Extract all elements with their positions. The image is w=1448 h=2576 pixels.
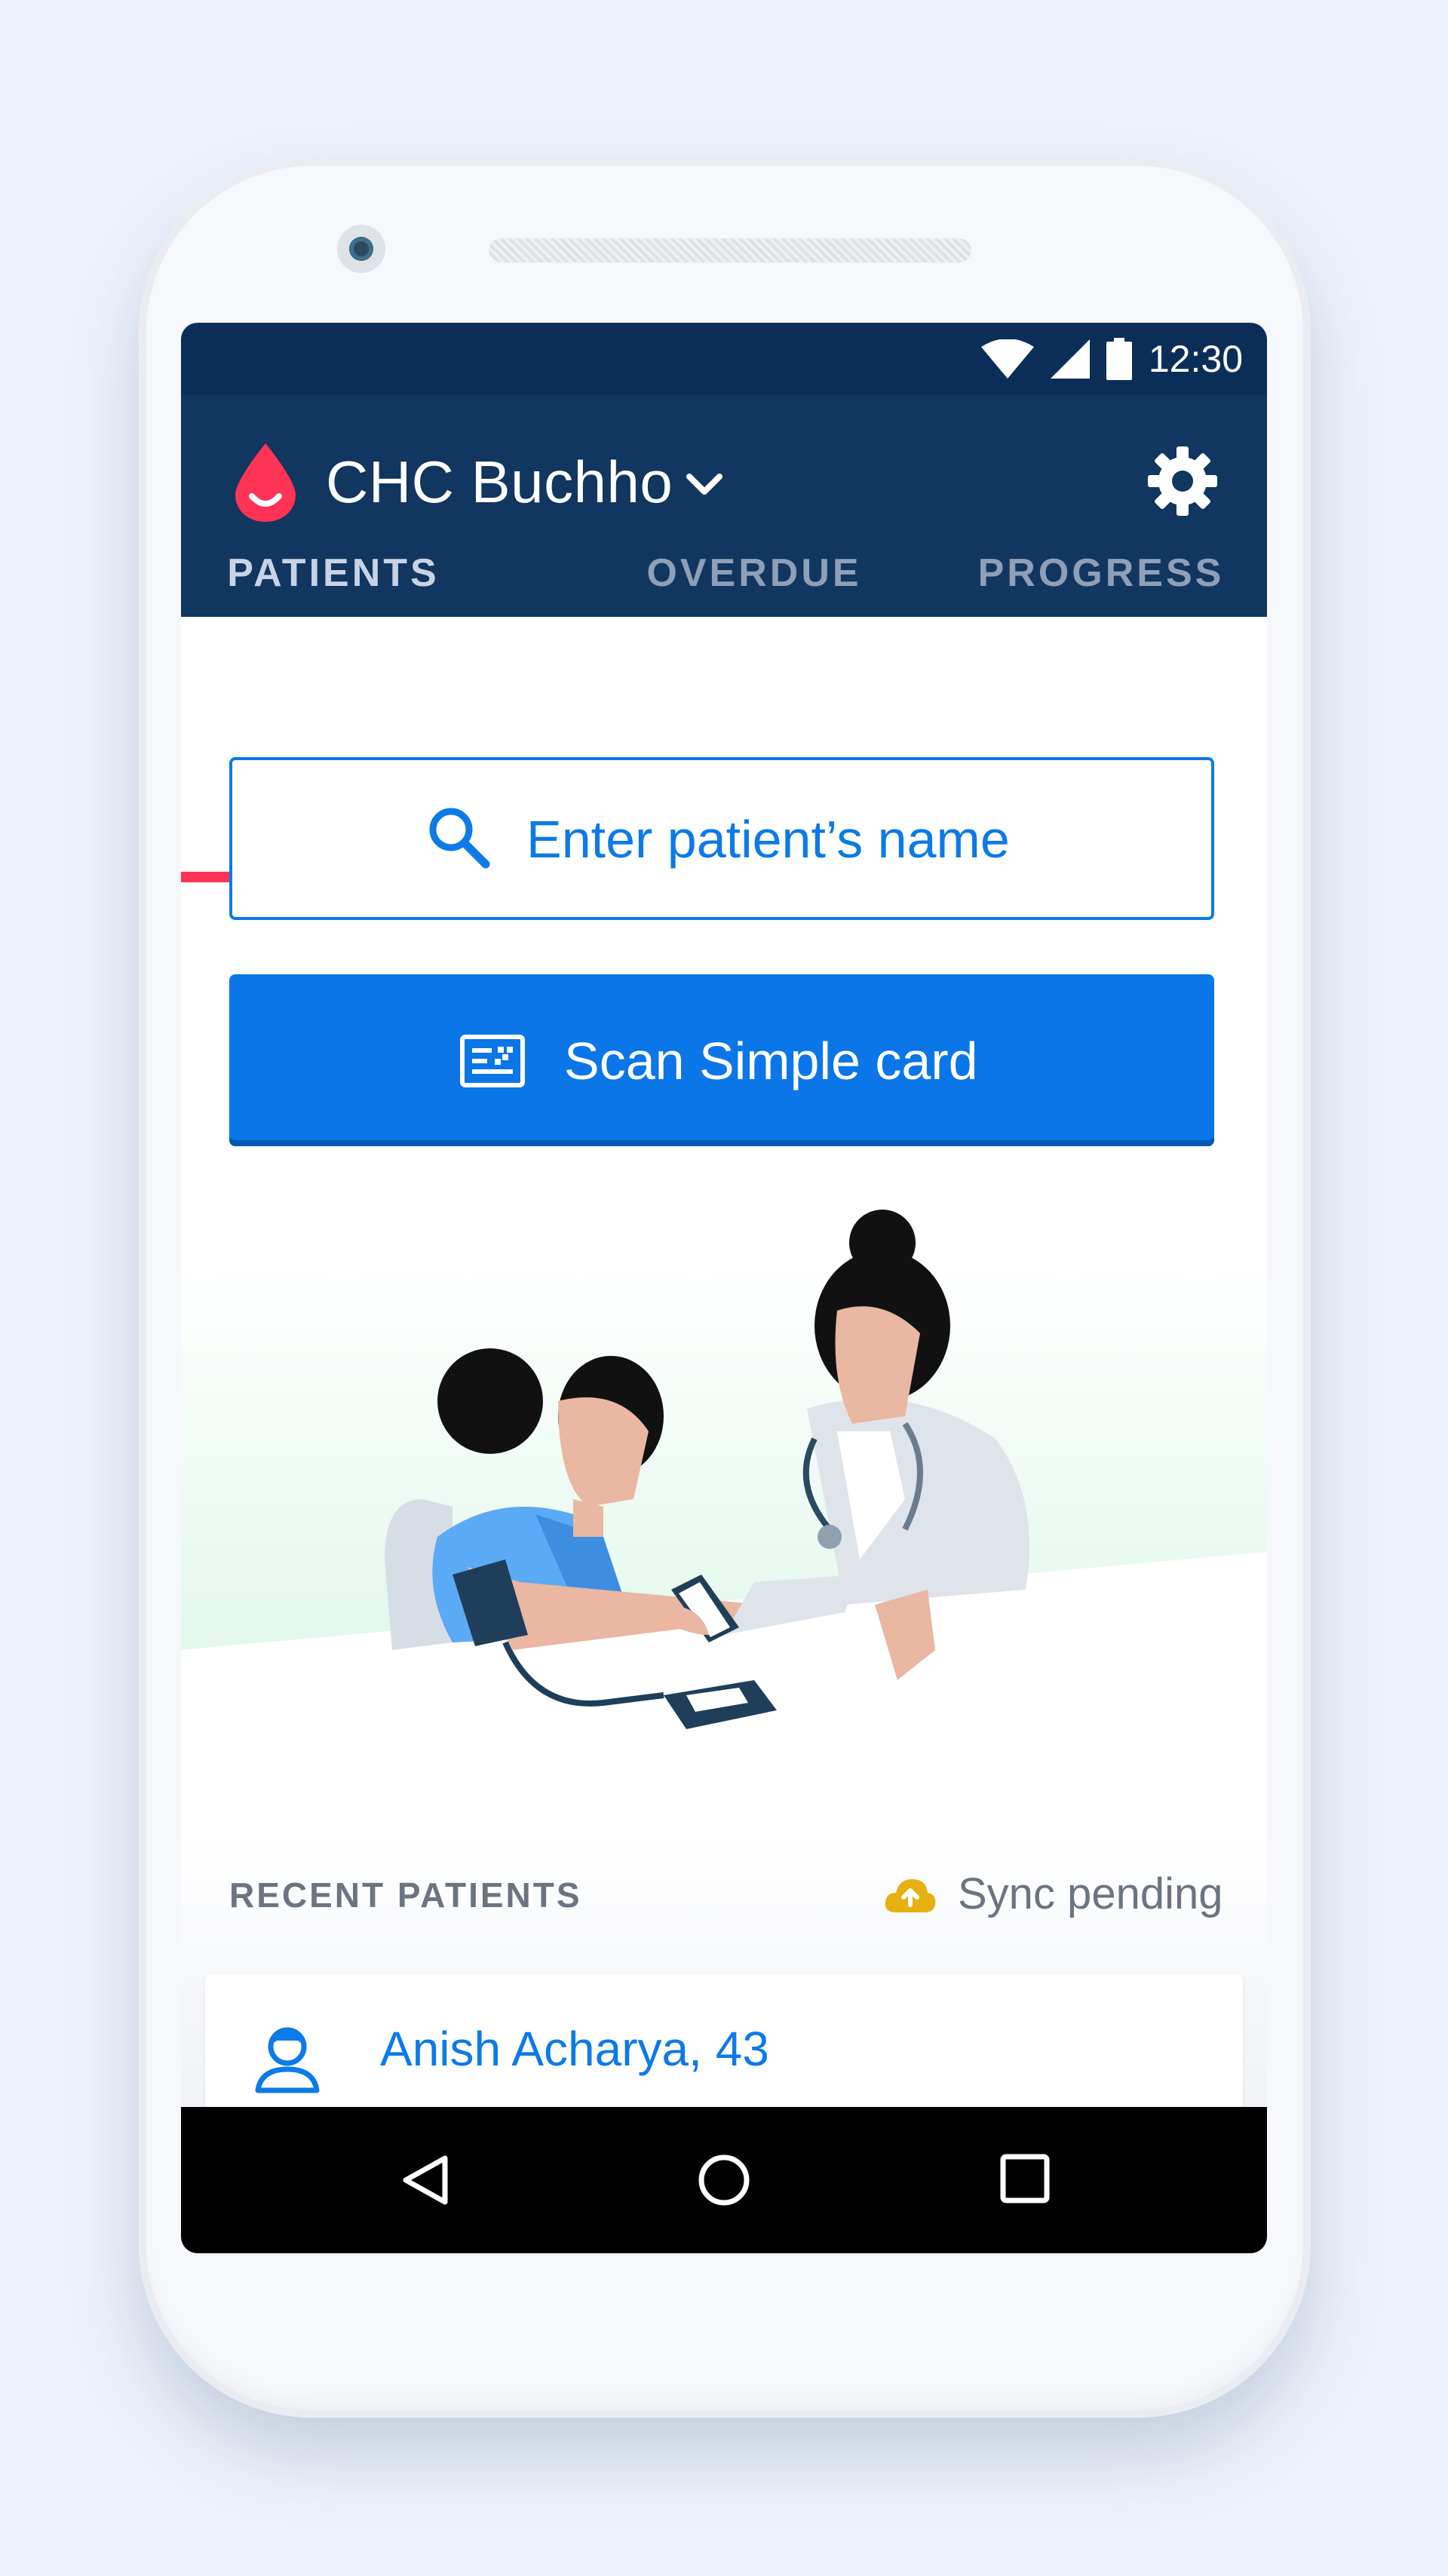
signal-icon [1050, 339, 1090, 379]
doctor-patient-illustration [181, 1210, 1267, 1861]
cloud-upload-icon [885, 1879, 936, 1912]
scan-simple-card-button[interactable]: Scan Simple card [229, 974, 1214, 1146]
tab-overdue[interactable]: OVERDUE [603, 543, 905, 617]
phone-screen: 12:30 CHC Buchho PATIENTS OVERDUE PROGRE… [181, 323, 1267, 2253]
search-icon [429, 808, 490, 869]
earpiece-speaker [489, 238, 971, 262]
back-icon[interactable] [400, 2154, 452, 2206]
sync-status: Sync pending [958, 1869, 1223, 1918]
status-time: 12:30 [1148, 338, 1243, 380]
blood-drop-icon [235, 443, 296, 522]
wifi-icon [980, 339, 1034, 379]
tab-patients[interactable]: PATIENTS [181, 543, 486, 617]
home-icon[interactable] [696, 2152, 752, 2208]
scan-button-label: Scan Simple card [564, 1032, 978, 1090]
app-bar: CHC Buchho PATIENTS OVERDUE PROGRESS [181, 395, 1267, 617]
status-bar: 12:30 [181, 323, 1267, 395]
tab-progress[interactable]: PROGRESS [950, 543, 1252, 617]
tab-bar: PATIENTS OVERDUE PROGRESS [181, 543, 1267, 617]
front-camera [337, 225, 385, 273]
recent-patients-header: RECENT PATIENTS [229, 1875, 582, 1915]
chevron-down-icon[interactable] [685, 471, 724, 501]
navigation-bar [181, 2107, 1267, 2253]
battery-icon [1106, 338, 1132, 380]
patient-search-input[interactable]: Enter patient’s name [229, 757, 1214, 920]
facility-name[interactable]: CHC Buchho [326, 448, 673, 517]
person-icon [255, 2027, 320, 2093]
recents-icon[interactable] [1000, 2154, 1050, 2203]
gear-icon[interactable] [1148, 446, 1217, 516]
search-placeholder: Enter patient’s name [526, 810, 1010, 869]
scan-card-icon [460, 1035, 525, 1087]
patient-name[interactable]: Anish Acharya, 43 [380, 2021, 769, 2077]
